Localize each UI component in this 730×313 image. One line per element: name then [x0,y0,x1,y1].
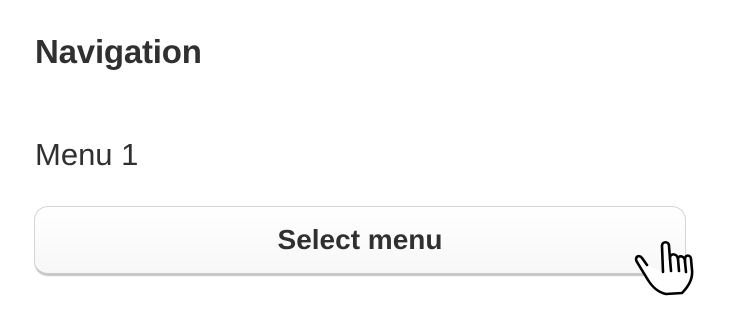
menu-1-label: Menu 1 [35,137,139,172]
navigation-heading: Navigation [35,33,202,70]
select-menu-button[interactable]: Select menu [34,206,686,276]
hand-pointer-cursor-icon [634,240,694,296]
select-menu-button-label: Select menu [277,224,443,255]
